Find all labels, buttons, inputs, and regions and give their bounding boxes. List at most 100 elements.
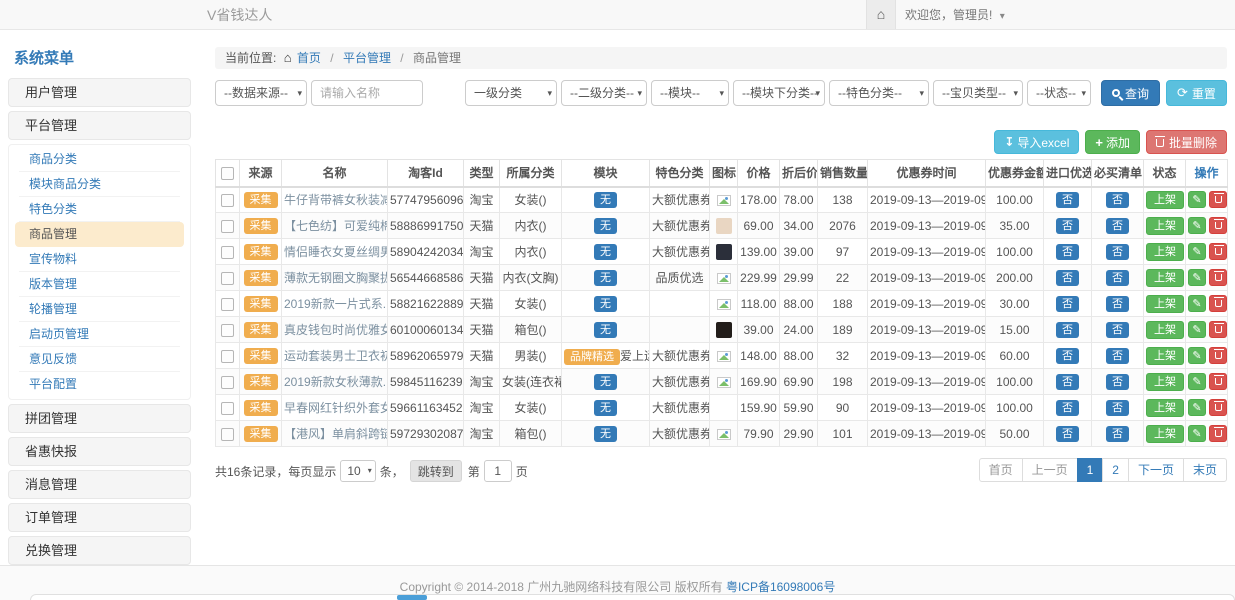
sidebar-item-订单管理[interactable]: 订单管理	[8, 503, 191, 532]
module-badge[interactable]: 无	[594, 244, 617, 260]
delete-button[interactable]	[1209, 191, 1227, 208]
row-checkbox[interactable]	[221, 324, 234, 337]
import-pick-toggle[interactable]: 否	[1056, 218, 1079, 234]
sidebar-item-拼团管理[interactable]: 拼团管理	[8, 404, 191, 433]
sidebar-item-消息管理[interactable]: 消息管理	[8, 470, 191, 499]
sidebar-item-商品分类[interactable]: 商品分类	[19, 147, 180, 172]
delete-button[interactable]	[1209, 243, 1227, 260]
import-pick-toggle[interactable]: 否	[1056, 348, 1079, 364]
horizontal-scrollbar-thumb[interactable]	[397, 595, 427, 600]
status-button[interactable]: 上架	[1146, 321, 1184, 339]
sidebar-item-启动页管理[interactable]: 启动页管理	[19, 322, 180, 347]
import-pick-toggle[interactable]: 否	[1056, 374, 1079, 390]
filter-select---宝贝类型--[interactable]: --宝贝类型--▾	[933, 80, 1023, 106]
import-pick-toggle[interactable]: 否	[1056, 270, 1079, 286]
status-button[interactable]: 上架	[1146, 399, 1184, 417]
sidebar-item-模块商品分类[interactable]: 模块商品分类	[19, 172, 180, 197]
module-badge[interactable]: 无	[594, 296, 617, 312]
row-checkbox[interactable]	[221, 428, 234, 441]
edit-button[interactable]: ✎	[1188, 269, 1206, 286]
sidebar-item-特色分类[interactable]: 特色分类	[19, 197, 180, 222]
delete-button[interactable]	[1209, 217, 1227, 234]
delete-button[interactable]	[1209, 373, 1227, 390]
edit-button[interactable]: ✎	[1188, 295, 1206, 312]
sidebar-item-版本管理[interactable]: 版本管理	[19, 272, 180, 297]
import-excel-button[interactable]: ↧ 导入excel	[994, 130, 1079, 154]
import-pick-toggle[interactable]: 否	[1056, 192, 1079, 208]
module-badge[interactable]: 无	[594, 400, 617, 416]
must-buy-toggle[interactable]: 否	[1106, 244, 1129, 260]
filter-select---模块下分类--[interactable]: --模块下分类--▾	[733, 80, 825, 106]
breadcrumb-item-platform[interactable]: 平台管理	[343, 51, 391, 65]
filter-select---模块--[interactable]: --模块--▾	[651, 80, 729, 106]
sidebar-item-省惠快报[interactable]: 省惠快报	[8, 437, 191, 466]
edit-button[interactable]: ✎	[1188, 217, 1206, 234]
status-button[interactable]: 上架	[1146, 373, 1184, 391]
page-button-末页[interactable]: 末页	[1183, 458, 1227, 482]
filter-select---二级分类--[interactable]: --二级分类--▾	[561, 80, 647, 106]
module-badge[interactable]: 无	[594, 192, 617, 208]
name-search-input[interactable]	[311, 80, 423, 106]
product-name-link[interactable]: 2019新款一片式系...	[284, 297, 388, 311]
sidebar-item-轮播管理[interactable]: 轮播管理	[19, 297, 180, 322]
page-button-1[interactable]: 1	[1077, 458, 1104, 482]
import-pick-toggle[interactable]: 否	[1056, 400, 1079, 416]
product-name-link[interactable]: 情侣睡衣女夏丝绸男士...	[284, 245, 388, 259]
status-button[interactable]: 上架	[1146, 243, 1184, 261]
module-badge[interactable]: 无	[594, 270, 617, 286]
sidebar-item-宣传物料[interactable]: 宣传物料	[19, 247, 180, 272]
sidebar-item-平台管理[interactable]: 平台管理	[8, 111, 191, 140]
reset-button[interactable]: ⟳重置	[1166, 80, 1227, 106]
select-all-checkbox[interactable]	[221, 167, 234, 180]
module-badge[interactable]: 无	[594, 426, 617, 442]
must-buy-toggle[interactable]: 否	[1106, 322, 1129, 338]
must-buy-toggle[interactable]: 否	[1106, 218, 1129, 234]
status-button[interactable]: 上架	[1146, 269, 1184, 287]
status-button[interactable]: 上架	[1146, 191, 1184, 209]
status-button[interactable]: 上架	[1146, 295, 1184, 313]
row-checkbox[interactable]	[221, 246, 234, 259]
sidebar-item-意见反馈[interactable]: 意见反馈	[19, 347, 180, 372]
edit-button[interactable]: ✎	[1188, 347, 1206, 364]
delete-button[interactable]	[1209, 295, 1227, 312]
status-button[interactable]: 上架	[1146, 425, 1184, 443]
filter-select---特色分类--[interactable]: --特色分类--▾	[829, 80, 929, 106]
sidebar-item-用户管理[interactable]: 用户管理	[8, 78, 191, 107]
row-checkbox[interactable]	[221, 194, 234, 207]
page-button-下一页[interactable]: 下一页	[1128, 458, 1184, 482]
row-checkbox[interactable]	[221, 402, 234, 415]
edit-button[interactable]: ✎	[1188, 399, 1206, 416]
must-buy-toggle[interactable]: 否	[1106, 270, 1129, 286]
sidebar-item-兑换管理[interactable]: 兑换管理	[8, 536, 191, 565]
delete-button[interactable]	[1209, 347, 1227, 364]
must-buy-toggle[interactable]: 否	[1106, 400, 1129, 416]
must-buy-toggle[interactable]: 否	[1106, 348, 1129, 364]
edit-button[interactable]: ✎	[1188, 373, 1206, 390]
icp-link[interactable]: 粤ICP备16098006号	[726, 580, 835, 594]
module-badge[interactable]: 无	[594, 218, 617, 234]
filter-select---数据来源--[interactable]: --数据来源--▾	[215, 80, 307, 106]
row-checkbox[interactable]	[221, 350, 234, 363]
product-name-link[interactable]: 【七色纺】可爱纯棉家...	[284, 219, 388, 233]
page-button-首页[interactable]: 首页	[979, 458, 1023, 482]
query-button[interactable]: 查询	[1101, 80, 1160, 106]
product-name-link[interactable]: 2019新款女秋薄款...	[284, 375, 388, 389]
product-name-link[interactable]: 薄款无钢圈文胸聚拢性...	[284, 271, 388, 285]
status-button[interactable]: 上架	[1146, 217, 1184, 235]
sidebar-item-商品管理[interactable]: 商品管理	[15, 222, 184, 247]
row-checkbox[interactable]	[221, 220, 234, 233]
batch-delete-button[interactable]: 批量删除	[1146, 130, 1227, 154]
per-page-select[interactable]: 10 ▾	[340, 460, 375, 482]
edit-button[interactable]: ✎	[1188, 425, 1206, 442]
page-button-2[interactable]: 2	[1102, 458, 1129, 482]
import-pick-toggle[interactable]: 否	[1056, 296, 1079, 312]
row-checkbox[interactable]	[221, 298, 234, 311]
status-button[interactable]: 上架	[1146, 347, 1184, 365]
delete-button[interactable]	[1209, 269, 1227, 286]
module-badge[interactable]: 无	[594, 322, 617, 338]
row-checkbox[interactable]	[221, 272, 234, 285]
breadcrumb-home-link[interactable]: 首页	[297, 51, 321, 65]
product-name-link[interactable]: 真皮钱包时尚优雅女士...	[284, 323, 388, 337]
home-button[interactable]: ⌂	[866, 0, 896, 29]
row-checkbox[interactable]	[221, 376, 234, 389]
